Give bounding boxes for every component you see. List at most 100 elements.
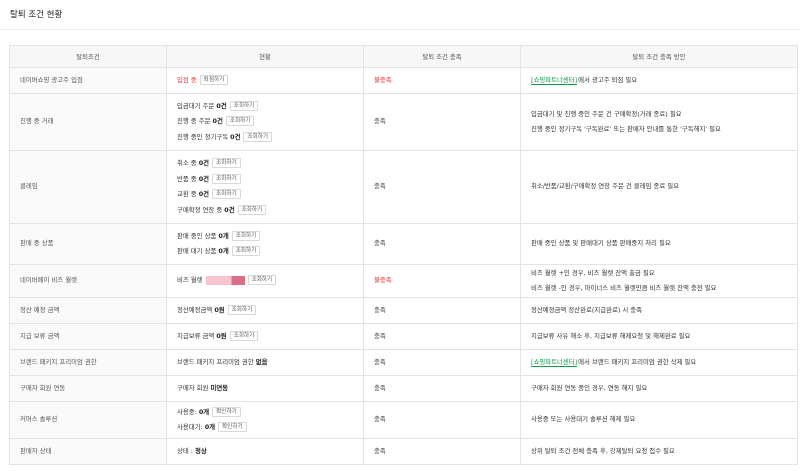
table-row: 판매 중 상품 판매 중인 상품 0개 조회하기 판매 대기 상품 0개 조회하기 충족 판… (9, 223, 798, 265)
header-status: 현황 (166, 45, 364, 68)
status-line: 지급보류 금액 0원 조회하기 (177, 329, 353, 345)
status-value: 0건 (230, 132, 241, 141)
solution-text: 비즈 월렛 -인 경우, 마이너스 비즈 월렛만큼 비즈 월렛 잔액 충전 필요 (531, 284, 717, 292)
table-row: 네이버페이 비즈 월렛 비즈 월렛 조회하기 불충족 비즈 월렛 +인 경우, 비즈 … (9, 264, 798, 298)
status-line: 취소 중 0건 조회하기 (177, 156, 353, 172)
condition-name: 브랜드 패키지 프리미엄 권한 (9, 349, 167, 376)
condition-solution: 상위 탈퇴 조건 전체 충족 후, 강제탈퇴 요청 접수 필요 (520, 438, 798, 465)
status-line: 입금대기 주문 0건 조회하기 (177, 99, 353, 115)
condition-solution: 비즈 월렛 +인 경우, 비즈 월렛 잔액 출금 필요비즈 월렛 -인 경우, … (520, 264, 798, 298)
status-value: 0개 (198, 407, 210, 416)
status-label: 취소 중 (177, 159, 199, 167)
condition-met-status: 충족 (363, 401, 521, 439)
status-label: 사용중: (177, 407, 199, 416)
status-action-button[interactable]: 퇴점하기 (199, 74, 229, 85)
condition-name: 판매 중 상품 (9, 223, 167, 265)
status-action-button[interactable]: 조회하기 (212, 189, 241, 199)
shopping-partner-center-link[interactable]: [쇼핑파트너센터] (531, 357, 578, 367)
table-row: 지급 보류 금액 지급보류 금액 0원 조회하기 충족 지급보류 사유 해소 후, 지급… (9, 323, 798, 350)
status-line: 사용대기: 0개 확인하기 (177, 420, 353, 436)
status-action-button[interactable]: 조회하기 (225, 116, 255, 127)
solution-text: 에서 브랜드 패키지 프리미엄 권한 삭제 필요 (578, 357, 697, 366)
solution-line: 비즈 월렛 +인 경우, 비즈 월렛 잔액 출금 필요 (531, 266, 787, 282)
table-row: 네이버쇼핑 광고주 입점 입점 중 퇴점하기 불충족 [쇼핑파트너센터]에서 광고주 퇴… (9, 67, 798, 94)
status-line: 판매 중인 상품 0개 조회하기 (177, 229, 353, 245)
solution-line: 비즈 월렛 -인 경우, 마이너스 비즈 월렛만큼 비즈 월렛 잔액 충전 필요 (531, 281, 787, 297)
condition-met-status: 불충족 (363, 264, 521, 298)
condition-met-status: 충족 (363, 297, 521, 324)
table-row: 커머스 솔루션 사용중: 0개 확인하기 사용대기: 0개 확인하기 충족 사용중 또는 사… (9, 401, 798, 439)
solution-line: [쇼핑파트너센터]에서 브랜드 패키지 프리미엄 권한 삭제 필요 (531, 355, 787, 371)
status-action-button[interactable]: 조회하기 (212, 173, 241, 184)
solution-line: 상위 탈퇴 조건 전체 충족 후, 강제탈퇴 요청 접수 필요 (531, 444, 787, 460)
status-line: 진행 중 주문 0건 조회하기 (177, 114, 353, 130)
condition-name: 구매자 회원 연동 (9, 375, 167, 402)
table-header-row: 탈퇴조건 현황 탈퇴 조건 충족 탈퇴 조건 충족 방안 (9, 45, 798, 68)
condition-name: 클레임 (9, 150, 167, 224)
solution-text: 정산예정금액 정산완료(지급완료) 시 충족 (531, 305, 643, 314)
status-action-button[interactable]: 조회하기 (237, 204, 267, 215)
status-line: 정산예정금액 0원 조회하기 (177, 303, 353, 319)
condition-status: 입금대기 주문 0건 조회하기 진행 중 주문 0건 조회하기진행 중인 정기구독 0… (166, 93, 364, 151)
status-action-button[interactable]: 조회하기 (231, 230, 261, 241)
condition-solution: 입금대기 및 진행 중인 주문 건 구매확정(거래 종료) 필요 진행 중인 정기… (520, 93, 798, 151)
header-condition: 탈퇴조건 (9, 45, 167, 68)
status-line: 구매확정 연장 중 0건 조회하기 (177, 203, 353, 219)
condition-status: 판매 중인 상품 0개 조회하기판매 대기 상품 0개 조회하기 (166, 223, 364, 265)
status-label: 비즈 월렛 (177, 276, 205, 285)
status-action-button[interactable]: 조회하기 (243, 131, 273, 142)
status-label: 지급보류 금액 (177, 331, 217, 340)
header-solution: 탈퇴 조건 충족 방안 (520, 45, 798, 68)
title-divider (0, 29, 800, 30)
status-action-button[interactable]: 조회하기 (231, 246, 261, 256)
status-label: 구매확정 연장 중 (177, 205, 225, 214)
solution-line: 진행 중인 정기구독 '구독완료' 또는 판매자 안내를 통한 '구독해지' 필… (531, 122, 787, 138)
status-label: 상태 : (177, 446, 195, 455)
status-label: 진행 중인 정기구독 (177, 132, 231, 141)
condition-name: 네이버페이 비즈 월렛 (9, 264, 167, 298)
status-label: 판매 중인 상품 (177, 231, 219, 240)
status-value: 정상 (194, 446, 207, 455)
status-label: 판매 대기 상품 (177, 247, 219, 255)
condition-met-status: 충족 (363, 223, 521, 265)
shopping-partner-center-link[interactable]: [쇼핑파트너센터] (531, 75, 578, 85)
condition-solution: 구매자 회원 연동 중인 경우, 연동 해지 필요 (520, 375, 798, 402)
table-row: 브랜드 패키지 프리미엄 권한 브랜드 패키지 프리미엄 권한 없음 충족 [쇼핑파트… (9, 349, 798, 376)
status-label: 입금대기 주문 (177, 101, 217, 110)
table-row: 판매자 상태 상태 : 정상 충족 상위 탈퇴 조건 전체 충족 후, 강제탈퇴 요청… (9, 438, 798, 465)
page-title: 탈퇴 조건 현황 (10, 10, 63, 20)
condition-solution: 판매 중인 상품 및 판매대기 상품 판매중지 처리 필요 (520, 223, 798, 265)
condition-status: 취소 중 0건 조회하기 반품 중 0건 조회하기 교환 중 0건 조회하기 구매확정 연장… (166, 150, 364, 224)
condition-name: 네이버쇼핑 광고주 입점 (9, 67, 167, 94)
status-line: 반품 중 0건 조회하기 (177, 172, 353, 188)
status-line: 교환 중 0건 조회하기 (177, 187, 353, 203)
condition-status: 구매자 회원 미연동 (166, 375, 364, 402)
status-action-button[interactable]: 확인하기 (218, 422, 247, 432)
solution-line: 사용중 또는 사용대기 솔루션 해제 필요 (531, 412, 787, 428)
header-met: 탈퇴 조건 충족 (363, 45, 521, 68)
status-line: 사용중: 0개 확인하기 (177, 405, 353, 421)
status-line: 입점 중 퇴점하기 (177, 73, 353, 89)
status-value: 미연동 (210, 383, 229, 392)
status-value: 0건 (198, 190, 210, 198)
condition-status: 정산예정금액 0원 조회하기 (166, 297, 364, 324)
status-action-button[interactable]: 조회하기 (212, 158, 241, 168)
condition-solution: 지급보류 사유 해소 후, 지급보류 해제요청 및 해제완료 필요 (520, 323, 798, 350)
condition-met-status: 충족 (363, 323, 521, 350)
solution-text: 상위 탈퇴 조건 전체 충족 후, 강제탈퇴 요청 접수 필요 (531, 446, 675, 455)
status-value: 0개 (218, 231, 229, 240)
condition-met-status: 충족 (363, 150, 521, 224)
status-action-button[interactable]: 확인하기 (212, 406, 241, 417)
table-row: 클레임 취소 중 0건 조회하기 반품 중 0건 조회하기 교환 중 0건 조회하기 구매확정… (9, 150, 798, 224)
status-action-button[interactable]: 조회하기 (227, 304, 257, 315)
solution-line: 취소/반품/교환/구매확정 연장 주문 건 클레임 종료 필요 (531, 179, 787, 195)
solution-line: [쇼핑파트너센터]에서 광고주 퇴점 필요 (531, 73, 787, 89)
status-label: 교환 중 (177, 190, 199, 198)
status-action-button[interactable]: 조회하기 (247, 275, 277, 286)
condition-name: 지급 보류 금액 (9, 323, 167, 350)
condition-status: 지급보류 금액 0원 조회하기 (166, 323, 364, 350)
status-action-button[interactable]: 조회하기 (229, 100, 259, 111)
condition-name: 정산 예정 금액 (9, 297, 167, 324)
solution-text: 진행 중인 정기구독 '구독완료' 또는 판매자 안내를 통한 '구독해지' 필… (531, 125, 721, 133)
status-action-button[interactable]: 조회하기 (229, 330, 259, 341)
